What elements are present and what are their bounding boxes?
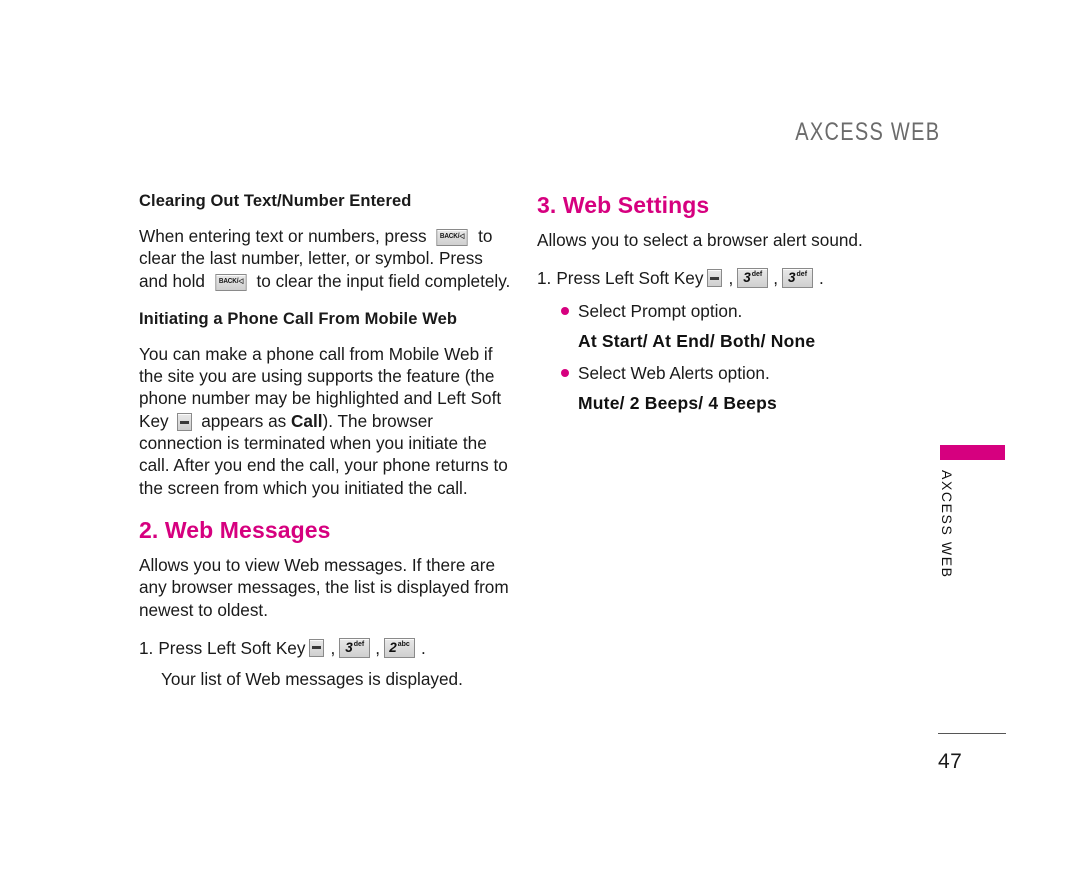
heading-initiating-phone-call: Initiating a Phone Call From Mobile Web	[139, 309, 458, 328]
options-prompt: At Start/ At End/ Both/ None	[578, 331, 816, 352]
bullet-label: Select Prompt option.	[578, 301, 743, 322]
back-clear-key-label: BACK/◁	[440, 233, 465, 241]
back-clear-key-label: BACK/◁	[218, 277, 243, 285]
heading-web-messages: 2. Web Messages	[139, 516, 331, 543]
initiating-text-part3: ). The browser connection is terminated …	[139, 410, 508, 498]
step-period: .	[819, 268, 824, 289]
left-soft-key-icon[interactable]	[309, 638, 325, 657]
heading-clearing-out-text: Clearing Out Text/Number Entered	[139, 192, 412, 210]
step-text: Press Left Soft Key	[556, 268, 704, 289]
initiating-text-part2: appears as	[201, 410, 287, 431]
number-key-letters: abc	[397, 640, 410, 648]
clearing-text-part3: to clear the input field completely.	[256, 270, 511, 291]
back-clear-key-icon[interactable]: BACK/◁	[215, 273, 247, 291]
step-web-settings: 1. Press Left Soft Key , 3 def , 3 def .	[537, 266, 927, 290]
heading-web-settings: 3. Web Settings	[537, 192, 710, 218]
substep-web-messages: Your list of Web messages is displayed.	[161, 668, 463, 689]
clearing-text-part1: When entering text or numbers, press	[139, 226, 427, 246]
step-comma: ,	[375, 637, 381, 658]
number-key-digit: 3	[345, 639, 353, 655]
left-column: Clearing Out Text/Number Entered When en…	[139, 192, 514, 690]
step-text: Press Left Soft Key	[158, 637, 306, 658]
number-key-letters: def	[796, 271, 808, 279]
paragraph-clearing-out-text: When entering text or numbers, press BAC…	[139, 225, 514, 292]
bullet-dot-icon	[561, 369, 569, 378]
left-soft-key-icon[interactable]	[177, 413, 193, 432]
number-key-letters: def	[353, 640, 365, 648]
edge-tab-bar	[940, 445, 1005, 460]
step-number: 1.	[139, 637, 154, 658]
step-comma: ,	[330, 637, 336, 658]
right-column: 3. Web Settings Allows you to select a b…	[537, 192, 927, 418]
call-label: Call	[291, 410, 323, 431]
page-content: Clearing Out Text/Number Entered When en…	[0, 0, 1080, 888]
number-key-3-icon[interactable]: 3 def	[339, 637, 371, 658]
bullet-item-web-alerts: Select Web Alerts option.	[561, 362, 927, 384]
paragraph-web-settings: Allows you to select a browser alert sou…	[537, 230, 863, 250]
page-number: 47	[938, 750, 963, 773]
number-key-3-icon[interactable]: 3 def	[782, 268, 814, 289]
bullet-dot-icon	[561, 307, 569, 316]
number-key-digit: 3	[743, 270, 751, 286]
step-comma: ,	[728, 268, 734, 289]
step-comma: ,	[773, 268, 779, 289]
number-key-letters: def	[751, 271, 763, 279]
footer-rule	[938, 733, 1006, 734]
bullet-label: Select Web Alerts option.	[578, 363, 770, 384]
bullet-item-prompt: Select Prompt option.	[561, 300, 927, 322]
left-soft-key-icon[interactable]	[707, 269, 723, 288]
paragraph-initiating-phone-call: You can make a phone call from Mobile We…	[139, 343, 514, 499]
number-key-digit: 2	[389, 639, 397, 655]
edge-tab-label: AXCESS WEB	[939, 470, 955, 579]
back-clear-key-icon[interactable]: BACK/◁	[436, 228, 468, 246]
step-web-messages: 1. Press Left Soft Key , 3 def , 2 abc .	[139, 636, 514, 660]
step-period: .	[421, 637, 426, 658]
number-key-2-icon[interactable]: 2 abc	[384, 637, 416, 658]
paragraph-web-messages: Allows you to view Web messages. If ther…	[139, 554, 509, 620]
options-web-alerts: Mute/ 2 Beeps/ 4 Beeps	[578, 393, 777, 414]
number-key-3-icon[interactable]: 3 def	[737, 268, 769, 289]
number-key-digit: 3	[788, 270, 796, 286]
step-number: 1.	[537, 268, 552, 289]
